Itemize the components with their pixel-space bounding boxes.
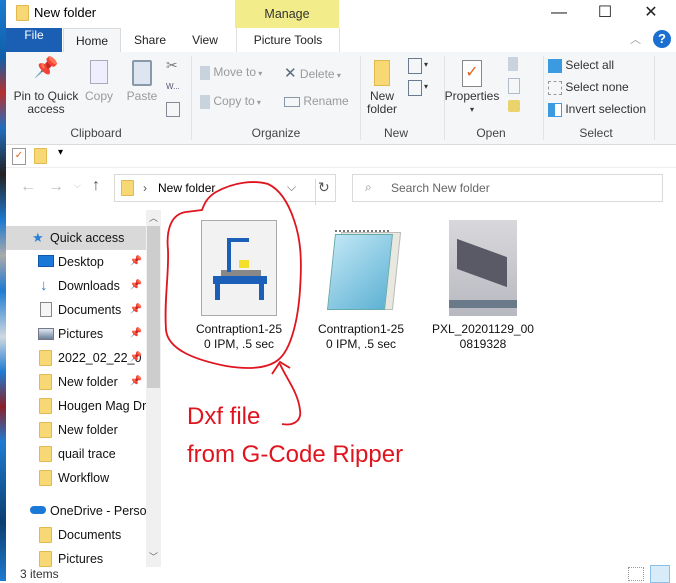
annotation-arrow [279,363,302,426]
file-explorer-window: New folder Manage — ☐ ✕ File Home Share … [6,0,676,583]
annotation-text-line2: from G-Code Ripper [187,441,403,468]
red-annotation-overlay: Dxf file from G-Code Ripper [164,181,403,468]
annotation-circle [164,181,302,369]
annotation-text-line1: Dxf file [187,403,260,430]
